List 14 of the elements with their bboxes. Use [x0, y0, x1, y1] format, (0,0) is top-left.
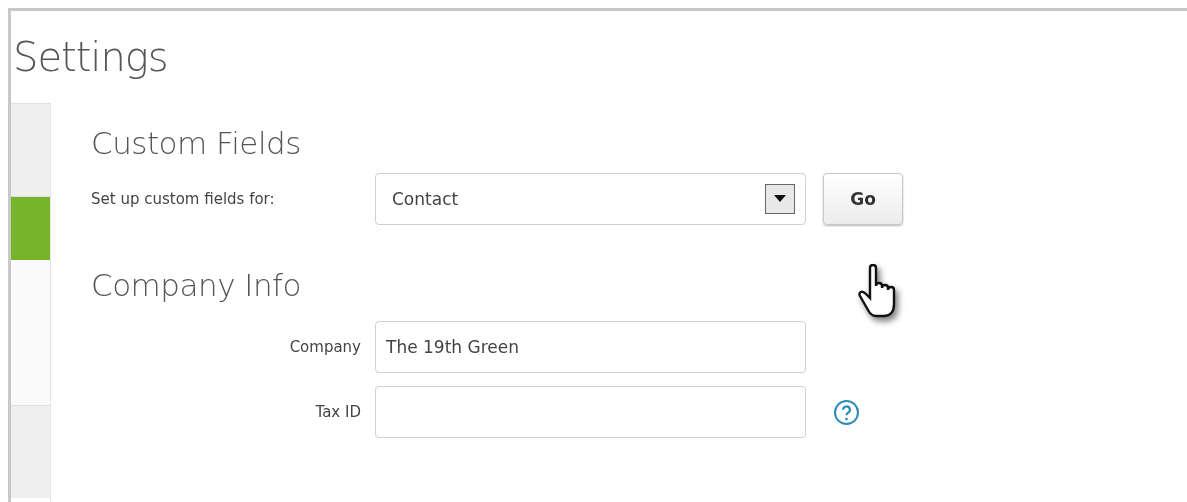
select-field[interactable]: Contact [375, 173, 806, 225]
text-field[interactable] [375, 386, 806, 438]
section-heading: Company Info [91, 267, 301, 303]
page-title: Settings [12, 33, 169, 82]
sidebar-tab[interactable] [11, 196, 50, 260]
section-heading: Custom Fields [91, 125, 301, 161]
field-label: Set up custom fields for: [91, 190, 276, 208]
field-label: Company [288, 338, 361, 356]
field-label: Tax ID [314, 403, 361, 421]
go-button[interactable]: Go [823, 173, 903, 225]
sidebar-tab[interactable] [11, 405, 50, 498]
sidebar-tab[interactable] [11, 103, 50, 196]
help-icon[interactable] [833, 398, 860, 426]
text-field[interactable]: The 19th Green [375, 321, 806, 373]
